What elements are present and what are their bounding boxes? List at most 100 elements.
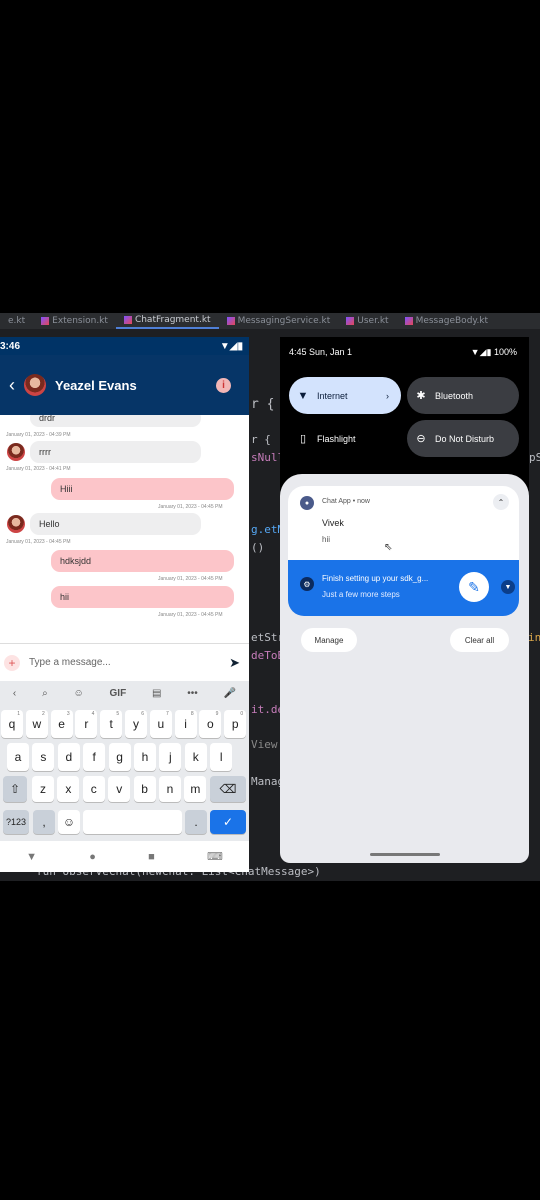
avatar[interactable] [24, 374, 46, 396]
ide-tab[interactable]: MessagingService.kt [219, 313, 339, 329]
recents-nav-icon[interactable]: ■ [148, 851, 155, 863]
ide-tab-label: ChatFragment.kt [134, 315, 211, 325]
collapse-chevron-icon[interactable]: ⌃ [493, 494, 509, 510]
key-x[interactable]: x [57, 776, 80, 802]
clear-all-button[interactable]: Clear all [450, 628, 509, 652]
key-r[interactable]: r4 [75, 710, 98, 738]
ide-tab-label: Extension.kt [52, 316, 108, 326]
message-text: rrrr [39, 447, 51, 457]
battery-percent: 100% [493, 346, 517, 357]
key-label: i [184, 717, 187, 731]
key-c[interactable]: c [82, 776, 105, 802]
contact-name: Yeazel Evans [55, 377, 137, 393]
key-s[interactable]: s [32, 743, 55, 771]
key-o[interactable]: o9 [199, 710, 222, 738]
comma-key[interactable]: , [33, 810, 55, 834]
message-timestamp: January 01, 2023 - 04:39 PM [6, 432, 71, 438]
manage-button[interactable]: Manage [301, 628, 357, 652]
enter-key[interactable]: ✓ [210, 810, 246, 834]
key-label: t [109, 717, 113, 731]
quick-tile-flashlight[interactable]: ▯ Flashlight [289, 420, 401, 457]
wifi-icon: ▼ [297, 389, 309, 402]
microphone-icon[interactable]: 🎤 [224, 688, 236, 699]
key-h[interactable]: h [134, 743, 156, 771]
message-list[interactable]: drdr January 01, 2023 - 04:39 PM rrrr Ja… [0, 415, 249, 642]
symbols-key[interactable]: ?123 [3, 810, 29, 834]
setup-title: Finish setting up your sdk_g... [322, 574, 429, 583]
home-gesture-bar[interactable] [370, 853, 440, 856]
key-z[interactable]: z [32, 776, 54, 802]
chat-notification[interactable]: ● Chat App • now ⌃ Vivek hii ⇖ [288, 486, 519, 560]
key-k[interactable]: k [184, 743, 207, 771]
notification-app-name: Chat App • now [322, 498, 370, 505]
key-label: r [84, 717, 89, 731]
key-j[interactable]: j [159, 743, 182, 771]
add-attachment-icon[interactable]: + [4, 654, 20, 671]
setup-notification[interactable]: ⚙ Finish setting up your sdk_g... Just a… [288, 560, 519, 616]
collapse-icon[interactable]: ‹ [13, 688, 16, 699]
gear-icon: ⚙ [300, 577, 314, 591]
setup-subtitle: Just a few more steps [322, 590, 400, 599]
key-v[interactable]: v [108, 776, 131, 802]
quick-tile-do-not-disturb[interactable]: ⊖ Do Not Disturb [407, 420, 519, 457]
key-n[interactable]: n [159, 776, 181, 802]
search-icon[interactable]: ⌕ [42, 688, 48, 699]
status-time-date: 4:45 Sun, Jan 1 [289, 347, 353, 357]
key-t[interactable]: t5 [100, 710, 123, 738]
ide-tab[interactable]: User.kt [338, 313, 396, 329]
shift-key[interactable]: ⇧ [3, 776, 27, 802]
ide-tab[interactable]: e.kt [0, 313, 33, 329]
bell-icon: ● [300, 496, 314, 510]
message-input-bar: + Type a message... ➤ [0, 643, 249, 681]
emoji-key[interactable]: ☺ [58, 810, 80, 834]
period-key[interactable]: . [185, 810, 207, 834]
chevron-right-icon: › [386, 390, 389, 401]
key-g[interactable]: g [108, 743, 131, 771]
ide-tab[interactable]: MessageBody.kt [397, 313, 496, 329]
notification-title: Vivek [322, 518, 344, 528]
sticker-icon[interactable]: ☺ [73, 688, 83, 699]
key-d[interactable]: d [57, 743, 80, 771]
key-u[interactable]: u7 [149, 710, 172, 738]
keyboard-switch-icon[interactable]: ⌨ [207, 850, 223, 863]
ide-tab-label: e.kt [8, 316, 26, 326]
key-label: y [133, 717, 139, 731]
message-input[interactable]: Type a message... [29, 657, 229, 668]
key-f[interactable]: f [83, 743, 106, 771]
home-nav-icon[interactable]: ● [89, 851, 96, 863]
message-text: drdr [39, 415, 56, 423]
key-m[interactable]: m [184, 776, 207, 802]
key-p[interactable]: p0 [224, 710, 247, 738]
quick-tile-internet[interactable]: ▼ Internet › [289, 377, 401, 414]
space-key[interactable] [83, 810, 182, 834]
backspace-key[interactable]: ⌫ [210, 776, 246, 802]
key-q[interactable]: q1 [1, 710, 23, 738]
do-not-disturb-icon: ⊖ [416, 433, 426, 445]
key-a[interactable]: a [7, 743, 29, 771]
quick-tile-bluetooth[interactable]: ✱ Bluetooth [407, 377, 519, 414]
code-fragment: in [528, 631, 540, 644]
ide-tab[interactable]: Extension.kt [33, 313, 116, 329]
key-l[interactable]: l [210, 743, 233, 771]
key-e[interactable]: e3 [50, 710, 73, 738]
message-timestamp: January 01, 2023 - 04:45 PM [6, 539, 71, 545]
code-fragment: () [251, 541, 265, 554]
ide-tab-active[interactable]: ChatFragment.kt [115, 313, 219, 329]
key-i[interactable]: i8 [174, 710, 197, 738]
expand-chevron-icon[interactable]: ▼ [501, 580, 515, 594]
ide-tab-strip: e.kt Extension.kt ChatFragment.kt Messag… [0, 313, 540, 329]
more-icon[interactable]: ••• [187, 688, 198, 699]
send-icon[interactable]: ➤ [229, 655, 240, 671]
key-number-hint: 0 [240, 711, 244, 717]
gif-button[interactable]: GIF [110, 688, 127, 699]
notification-body: hii [322, 535, 331, 544]
back-nav-icon[interactable]: ▼ [26, 851, 37, 863]
key-b[interactable]: b [133, 776, 156, 802]
received-message: rrrr [30, 441, 201, 463]
info-icon[interactable]: i [216, 377, 231, 393]
key-y[interactable]: y6 [125, 710, 147, 738]
clipboard-icon[interactable]: ▤ [152, 688, 161, 699]
tile-label: Do Not Disturb [435, 433, 495, 444]
back-arrow-icon[interactable]: ‹ [2, 375, 22, 396]
key-w[interactable]: w2 [25, 710, 48, 738]
